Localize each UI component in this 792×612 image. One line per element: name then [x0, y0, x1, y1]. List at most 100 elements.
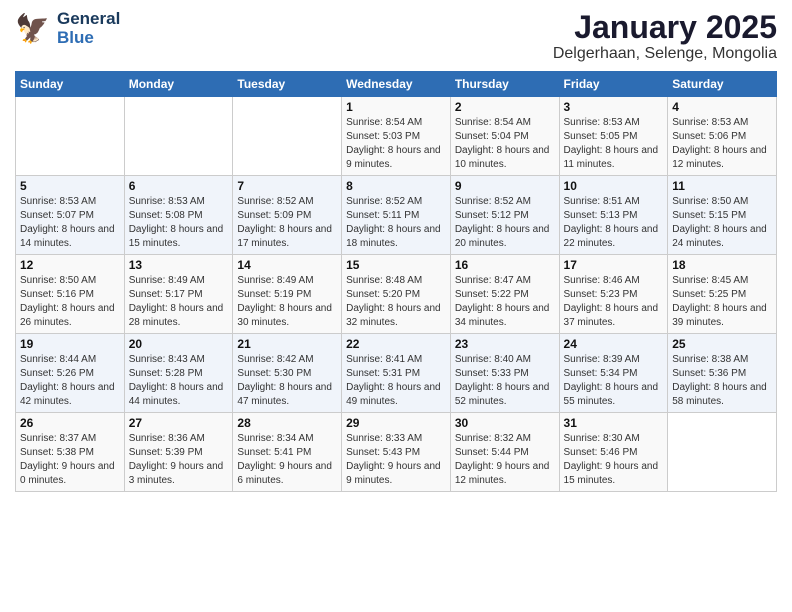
header-saturday: Saturday [668, 72, 777, 97]
day-info: Sunrise: 8:47 AM Sunset: 5:22 PM Dayligh… [455, 274, 555, 330]
day-info: Sunrise: 8:32 AM Sunset: 5:44 PM Dayligh… [455, 432, 555, 488]
day-info: Sunrise: 8:54 AM Sunset: 5:04 PM Dayligh… [455, 116, 555, 172]
calendar-subtitle: Delgerhaan, Selenge, Mongolia [553, 45, 777, 63]
day-number: 19 [20, 337, 120, 351]
header-wednesday: Wednesday [342, 72, 451, 97]
calendar-cell: 11 Sunrise: 8:50 AM Sunset: 5:15 PM Dayli… [668, 176, 777, 255]
calendar-cell: 2 Sunrise: 8:54 AM Sunset: 5:04 PM Daylig… [450, 97, 559, 176]
day-number: 11 [672, 179, 772, 193]
day-number: 17 [564, 258, 664, 272]
day-info: Sunrise: 8:37 AM Sunset: 5:38 PM Dayligh… [20, 432, 120, 488]
day-info: Sunrise: 8:33 AM Sunset: 5:43 PM Dayligh… [346, 432, 446, 488]
day-number: 29 [346, 416, 446, 430]
calendar-cell: 5 Sunrise: 8:53 AM Sunset: 5:07 PM Daylig… [16, 176, 125, 255]
calendar-cell: 24Sunrise: 8:39 AM Sunset: 5:34 PM Dayli… [559, 334, 668, 413]
calendar-cell: 19Sunrise: 8:44 AM Sunset: 5:26 PM Dayli… [16, 334, 125, 413]
logo: 🦅 General Blue [15, 10, 120, 48]
day-info: Sunrise: 8:43 AM Sunset: 5:28 PM Dayligh… [129, 353, 229, 409]
header-sunday: Sunday [16, 72, 125, 97]
calendar-cell: 27 Sunrise: 8:36 AM Sunset: 5:39 PM Dayli… [124, 413, 233, 492]
day-number: 10 [564, 179, 664, 193]
header-thursday: Thursday [450, 72, 559, 97]
calendar-cell: 25 Sunrise: 8:38 AM Sunset: 5:36 PM Dayli… [668, 334, 777, 413]
calendar-cell: 14 Sunrise: 8:49 AM Sunset: 5:19 PM Dayli… [233, 255, 342, 334]
day-number: 4 [672, 100, 772, 114]
calendar-cell: 20 Sunrise: 8:43 AM Sunset: 5:28 PM Dayli… [124, 334, 233, 413]
calendar-week-4: 19Sunrise: 8:44 AM Sunset: 5:26 PM Dayli… [16, 334, 777, 413]
calendar-cell: 10 Sunrise: 8:51 AM Sunset: 5:13 PM Dayli… [559, 176, 668, 255]
day-number: 9 [455, 179, 555, 193]
calendar-cell: 9 Sunrise: 8:52 AM Sunset: 5:12 PM Daylig… [450, 176, 559, 255]
day-number: 12 [20, 258, 120, 272]
day-info: Sunrise: 8:53 AM Sunset: 5:08 PM Dayligh… [129, 195, 229, 251]
day-info: Sunrise: 8:38 AM Sunset: 5:36 PM Dayligh… [672, 353, 772, 409]
day-info: Sunrise: 8:54 AM Sunset: 5:03 PM Dayligh… [346, 116, 446, 172]
day-number: 1 [346, 100, 446, 114]
day-number: 22 [346, 337, 446, 351]
day-number: 21 [237, 337, 337, 351]
day-number: 16 [455, 258, 555, 272]
day-info: Sunrise: 8:34 AM Sunset: 5:41 PM Dayligh… [237, 432, 337, 488]
calendar-cell [124, 97, 233, 176]
logo-line1: General [57, 10, 120, 29]
day-number: 30 [455, 416, 555, 430]
day-info: Sunrise: 8:48 AM Sunset: 5:20 PM Dayligh… [346, 274, 446, 330]
calendar-cell: 22Sunrise: 8:41 AM Sunset: 5:31 PM Dayli… [342, 334, 451, 413]
calendar-cell: 30 Sunrise: 8:32 AM Sunset: 5:44 PM Dayli… [450, 413, 559, 492]
calendar-week-2: 5 Sunrise: 8:53 AM Sunset: 5:07 PM Daylig… [16, 176, 777, 255]
calendar-cell: 16 Sunrise: 8:47 AM Sunset: 5:22 PM Dayli… [450, 255, 559, 334]
day-number: 31 [564, 416, 664, 430]
calendar-cell: 21Sunrise: 8:42 AM Sunset: 5:30 PM Dayli… [233, 334, 342, 413]
calendar-table: Sunday Monday Tuesday Wednesday Thursday… [15, 71, 777, 492]
calendar-cell: 7Sunrise: 8:52 AM Sunset: 5:09 PM Daylig… [233, 176, 342, 255]
header-row: Sunday Monday Tuesday Wednesday Thursday… [16, 72, 777, 97]
calendar-cell: 13Sunrise: 8:49 AM Sunset: 5:17 PM Dayli… [124, 255, 233, 334]
day-number: 23 [455, 337, 555, 351]
calendar-cell: 3 Sunrise: 8:53 AM Sunset: 5:05 PM Daylig… [559, 97, 668, 176]
day-number: 27 [129, 416, 229, 430]
day-info: Sunrise: 8:49 AM Sunset: 5:19 PM Dayligh… [237, 274, 337, 330]
calendar-cell [233, 97, 342, 176]
day-number: 13 [129, 258, 229, 272]
calendar-cell [16, 97, 125, 176]
day-number: 24 [564, 337, 664, 351]
calendar-cell: 31Sunrise: 8:30 AM Sunset: 5:46 PM Dayli… [559, 413, 668, 492]
calendar-cell: 1 Sunrise: 8:54 AM Sunset: 5:03 PM Daylig… [342, 97, 451, 176]
day-info: Sunrise: 8:50 AM Sunset: 5:15 PM Dayligh… [672, 195, 772, 251]
day-number: 2 [455, 100, 555, 114]
day-number: 8 [346, 179, 446, 193]
logo-line2: Blue [57, 29, 120, 48]
calendar-cell: 18 Sunrise: 8:45 AM Sunset: 5:25 PM Dayli… [668, 255, 777, 334]
page: 🦅 General Blue January 2025 Delgerhaan, … [0, 0, 792, 612]
day-number: 18 [672, 258, 772, 272]
calendar-cell: 15 Sunrise: 8:48 AM Sunset: 5:20 PM Dayli… [342, 255, 451, 334]
day-info: Sunrise: 8:52 AM Sunset: 5:12 PM Dayligh… [455, 195, 555, 251]
calendar-title: January 2025 [553, 10, 777, 45]
day-number: 3 [564, 100, 664, 114]
title-block: January 2025 Delgerhaan, Selenge, Mongol… [553, 10, 777, 63]
day-info: Sunrise: 8:40 AM Sunset: 5:33 PM Dayligh… [455, 353, 555, 409]
day-number: 6 [129, 179, 229, 193]
calendar-cell: 23 Sunrise: 8:40 AM Sunset: 5:33 PM Dayli… [450, 334, 559, 413]
calendar-week-5: 26Sunrise: 8:37 AM Sunset: 5:38 PM Dayli… [16, 413, 777, 492]
day-number: 14 [237, 258, 337, 272]
day-info: Sunrise: 8:53 AM Sunset: 5:07 PM Dayligh… [20, 195, 120, 251]
day-info: Sunrise: 8:52 AM Sunset: 5:09 PM Dayligh… [237, 195, 337, 251]
header-tuesday: Tuesday [233, 72, 342, 97]
day-info: Sunrise: 8:53 AM Sunset: 5:05 PM Dayligh… [564, 116, 664, 172]
calendar-cell: 28Sunrise: 8:34 AM Sunset: 5:41 PM Dayli… [233, 413, 342, 492]
calendar-cell: 6 Sunrise: 8:53 AM Sunset: 5:08 PM Daylig… [124, 176, 233, 255]
day-info: Sunrise: 8:46 AM Sunset: 5:23 PM Dayligh… [564, 274, 664, 330]
calendar-header: Sunday Monday Tuesday Wednesday Thursday… [16, 72, 777, 97]
day-number: 25 [672, 337, 772, 351]
day-info: Sunrise: 8:36 AM Sunset: 5:39 PM Dayligh… [129, 432, 229, 488]
day-number: 20 [129, 337, 229, 351]
calendar-cell: 17 Sunrise: 8:46 AM Sunset: 5:23 PM Dayli… [559, 255, 668, 334]
header-monday: Monday [124, 72, 233, 97]
calendar-cell [668, 413, 777, 492]
day-info: Sunrise: 8:45 AM Sunset: 5:25 PM Dayligh… [672, 274, 772, 330]
day-number: 15 [346, 258, 446, 272]
day-info: Sunrise: 8:52 AM Sunset: 5:11 PM Dayligh… [346, 195, 446, 251]
day-info: Sunrise: 8:51 AM Sunset: 5:13 PM Dayligh… [564, 195, 664, 251]
day-number: 5 [20, 179, 120, 193]
